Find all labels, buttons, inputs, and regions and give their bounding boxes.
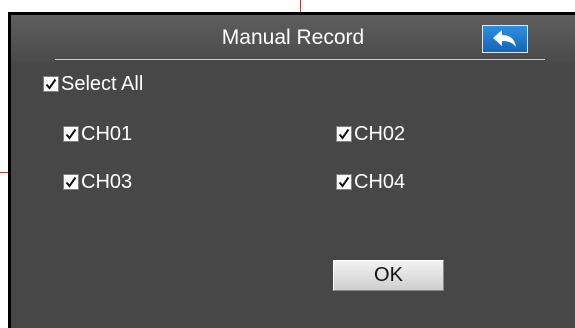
ok-button[interactable]: OK xyxy=(333,260,444,291)
ch03-label: CH03 xyxy=(81,171,133,193)
channel-checkbox-ch01[interactable]: CH01 xyxy=(63,123,132,145)
ch01-check-box xyxy=(63,126,79,142)
channel-checkbox-ch04[interactable]: CH04 xyxy=(336,171,405,193)
red-marker-left xyxy=(0,172,8,173)
ch04-check-box xyxy=(336,174,352,190)
manual-record-dialog: Manual Record Select All CH01 CH02 CH03 … xyxy=(11,15,575,328)
checkmark-icon xyxy=(338,128,350,140)
ch03-check-box xyxy=(63,174,79,190)
select-all-label: Select All xyxy=(61,73,144,95)
checkmark-icon xyxy=(65,176,77,188)
ch04-label: CH04 xyxy=(354,171,406,193)
back-arrow-icon xyxy=(493,30,516,47)
title-divider xyxy=(55,59,545,60)
channel-checkbox-ch02[interactable]: CH02 xyxy=(336,123,405,145)
ch01-label: CH01 xyxy=(81,123,133,145)
ch02-check-box xyxy=(336,126,352,142)
checkmark-icon xyxy=(65,128,77,140)
select-all-check-box xyxy=(43,76,59,92)
title-bar: Manual Record xyxy=(11,15,575,63)
red-marker-top xyxy=(300,0,301,12)
ch02-label: CH02 xyxy=(354,123,406,145)
checkmark-icon xyxy=(338,176,350,188)
select-all-checkbox[interactable]: Select All xyxy=(43,73,143,95)
channel-checkbox-ch03[interactable]: CH03 xyxy=(63,171,132,193)
checkmark-icon xyxy=(45,78,57,90)
back-button[interactable] xyxy=(482,25,528,53)
